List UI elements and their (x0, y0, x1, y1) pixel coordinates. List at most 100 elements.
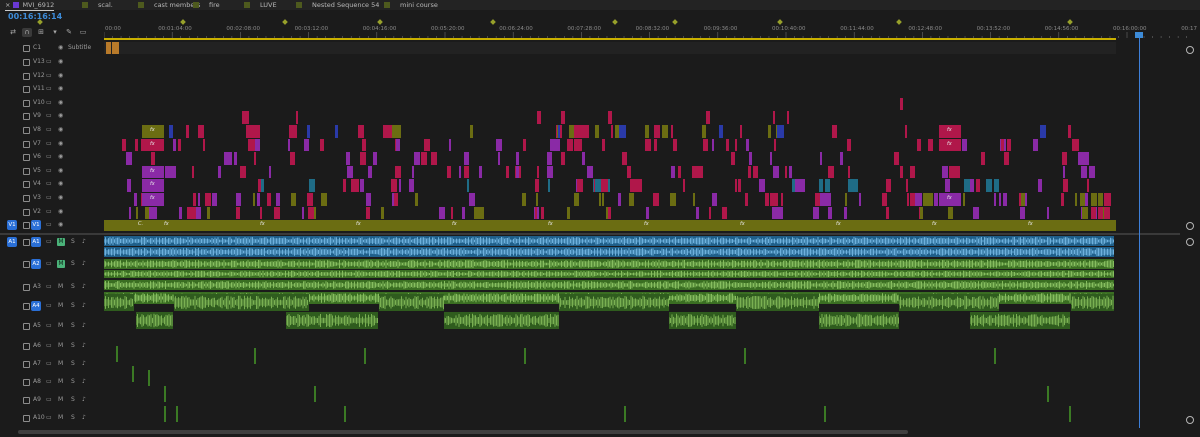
mute-button[interactable]: M (58, 414, 63, 421)
video-clip[interactable] (308, 206, 315, 220)
video-clip[interactable] (547, 165, 554, 179)
eye-icon[interactable]: ◉ (58, 58, 63, 65)
lock-icon[interactable] (23, 154, 30, 162)
video-clip[interactable] (709, 206, 712, 220)
lock-icon[interactable] (23, 239, 30, 246)
video-clip[interactable] (646, 206, 649, 220)
sequence-tab[interactable]: scal. (82, 0, 113, 10)
video-clip[interactable] (367, 165, 372, 179)
video-clip[interactable] (366, 193, 372, 206)
video-clip[interactable] (450, 206, 453, 220)
video-clip[interactable] (521, 193, 526, 206)
audio-clip-short[interactable] (364, 348, 366, 364)
solo-button[interactable]: S (71, 238, 75, 245)
eye-icon[interactable]: ◉ (58, 112, 63, 119)
sequence-tab[interactable]: LUVE (244, 0, 277, 10)
video-clip[interactable] (191, 165, 194, 179)
video-clip[interactable] (252, 193, 255, 206)
video-clip[interactable] (224, 152, 229, 165)
video-clip[interactable] (291, 193, 297, 206)
work-area-bar[interactable] (104, 38, 1116, 40)
video-clip[interactable] (1046, 206, 1049, 220)
sync-lock-icon[interactable]: ▭ (46, 414, 52, 421)
video-clip[interactable] (346, 152, 351, 165)
video-clip[interactable] (671, 125, 673, 138)
video-clip[interactable] (595, 125, 600, 138)
audio-tracks-area[interactable] (104, 236, 1180, 428)
video-clip[interactable] (335, 125, 338, 138)
video-clip[interactable] (1037, 179, 1042, 192)
eye-icon[interactable]: ◉ (58, 99, 63, 106)
lock-icon[interactable] (23, 415, 30, 422)
lock-icon[interactable] (23, 99, 30, 107)
video-clip[interactable] (395, 138, 400, 152)
video-clip[interactable] (212, 193, 218, 206)
video-clip[interactable] (894, 152, 900, 165)
audio-clip-a5-block[interactable] (970, 312, 1070, 329)
fx-video-clip[interactable]: fx (142, 125, 164, 138)
video-clip[interactable] (789, 165, 793, 179)
video-clip[interactable] (653, 138, 657, 152)
audio-clip-a4-block[interactable] (174, 294, 309, 311)
video-clip[interactable] (534, 179, 539, 192)
audio-clip-short[interactable] (824, 406, 826, 422)
video-clip[interactable] (573, 193, 579, 206)
mute-button[interactable]: M (58, 283, 63, 290)
video-clip[interactable] (619, 125, 627, 138)
video-clip[interactable] (828, 165, 835, 179)
video-clip[interactable] (446, 165, 451, 179)
video-clip[interactable] (391, 179, 398, 192)
video-clip[interactable] (629, 193, 635, 206)
video-clip[interactable] (424, 138, 431, 152)
video-clip[interactable] (969, 179, 974, 192)
video-clip[interactable] (567, 138, 574, 152)
audio-clip-a4-block[interactable] (559, 294, 669, 311)
video-clip[interactable] (414, 193, 418, 206)
video-clip[interactable] (412, 165, 414, 179)
video-clip[interactable] (135, 206, 138, 220)
audio-clip-short[interactable] (1047, 386, 1049, 402)
solo-button[interactable]: S (71, 302, 75, 309)
eye-icon[interactable]: ◉ (58, 194, 63, 201)
audio-clip-a1b[interactable] (104, 247, 1114, 257)
video-clip[interactable] (705, 111, 710, 124)
video-clip[interactable] (133, 193, 137, 206)
video-clip[interactable] (672, 138, 677, 152)
video-clip[interactable] (626, 165, 631, 179)
video-audio-divider[interactable] (0, 233, 1180, 235)
video-clip[interactable] (752, 165, 758, 179)
video-clip[interactable] (774, 138, 777, 152)
video-clip[interactable] (153, 206, 158, 220)
microphone-icon[interactable]: ♪ (82, 342, 86, 349)
video-clip[interactable] (746, 138, 750, 152)
microphone-icon[interactable]: ♪ (82, 260, 86, 267)
video-clip[interactable] (256, 125, 260, 138)
audio-clip-a4-block[interactable] (1071, 294, 1114, 311)
video-clip[interactable] (287, 138, 290, 152)
video-clip[interactable] (1086, 179, 1089, 192)
video-clip[interactable] (463, 165, 469, 179)
audio-clip-a1[interactable] (104, 236, 1114, 246)
sync-lock-icon[interactable]: ▭ (46, 99, 52, 106)
video-clip[interactable] (1074, 138, 1079, 152)
video-clip[interactable] (900, 97, 903, 111)
audio-clip-a3[interactable] (104, 280, 1114, 290)
video-clip[interactable] (233, 152, 237, 165)
fx-video-clip[interactable]: fx (939, 125, 961, 138)
sync-lock-icon[interactable]: ▭ (46, 396, 52, 403)
video-tracks-area[interactable]: C. fx fx fx fx fx fx fx fx fx fx fx fx fx fx fx fx fx fx (104, 42, 1180, 232)
video-clip[interactable] (178, 138, 182, 152)
video-clip[interactable] (1062, 165, 1065, 179)
video-clip[interactable] (819, 152, 822, 165)
sync-lock-icon[interactable]: ▭ (46, 167, 52, 174)
video-clip[interactable] (151, 152, 156, 165)
video-clip[interactable] (290, 125, 297, 138)
solo-button[interactable]: S (71, 396, 75, 403)
audio-clip-short[interactable] (164, 386, 166, 402)
video-clip[interactable] (718, 125, 723, 138)
video-clip[interactable] (693, 193, 695, 206)
video-clip[interactable] (607, 206, 611, 220)
video-clip[interactable] (858, 193, 861, 206)
video-clip[interactable] (496, 138, 502, 152)
video-clip[interactable] (550, 138, 561, 152)
